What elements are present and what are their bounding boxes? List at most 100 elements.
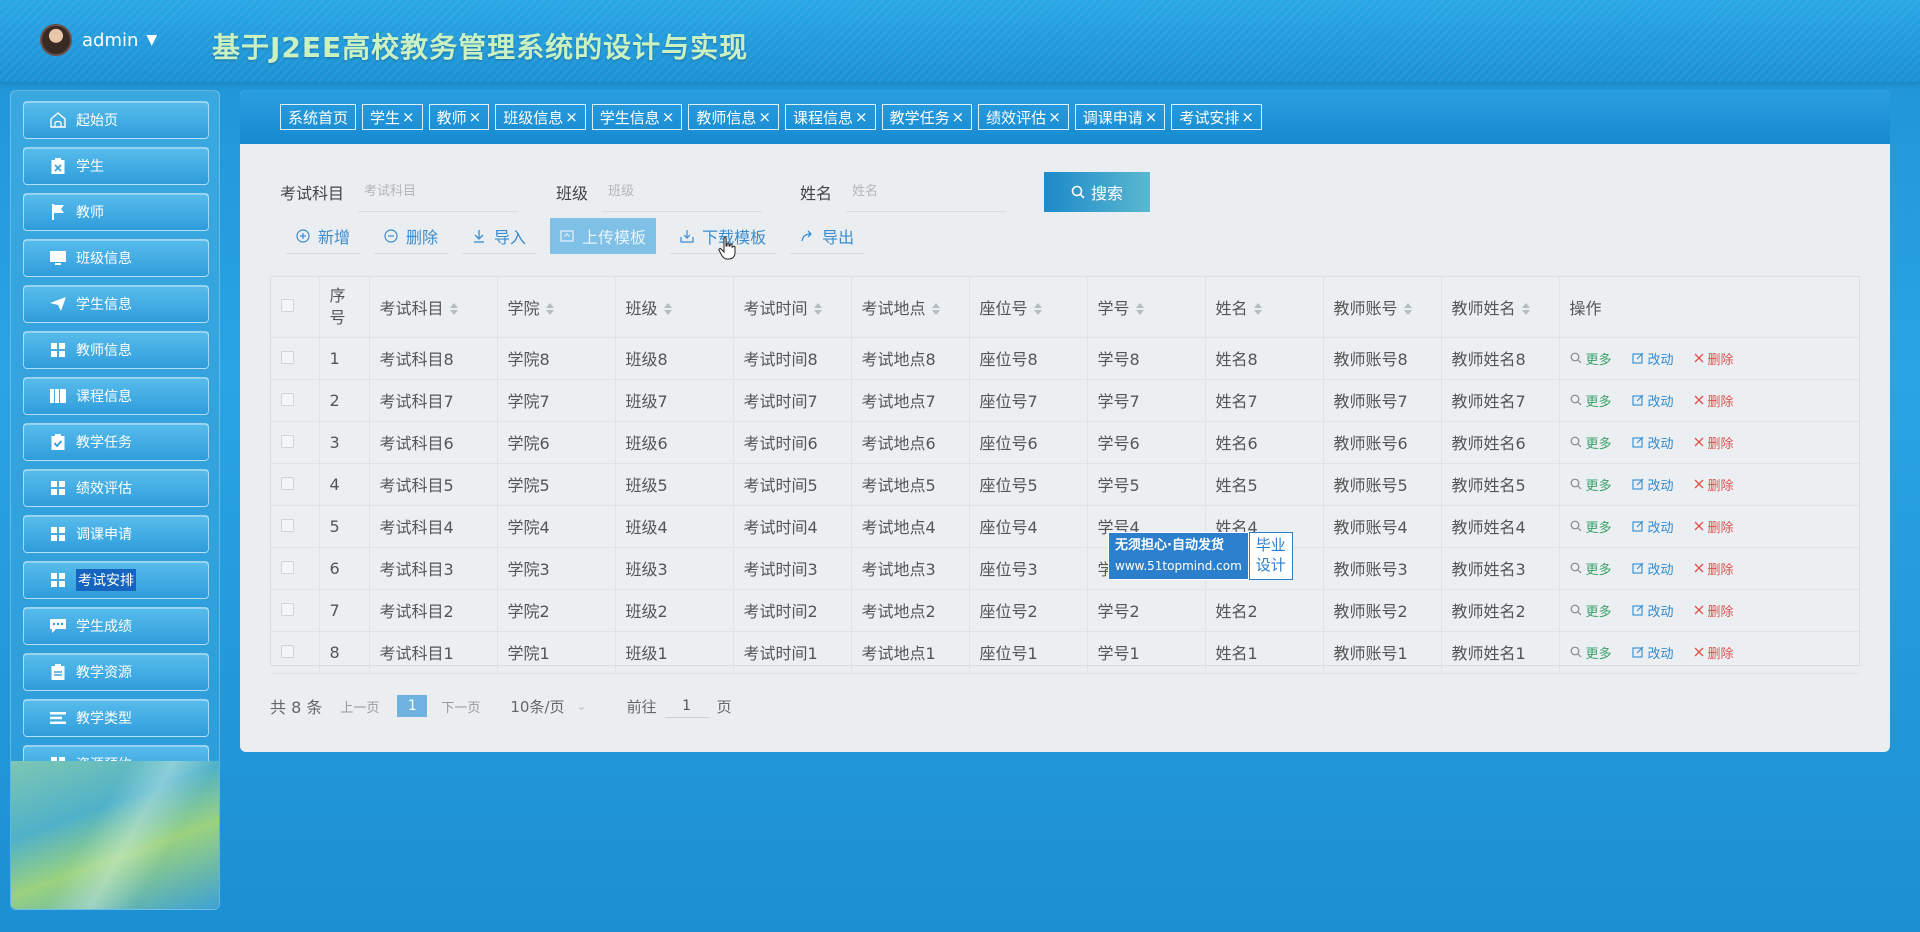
header-name[interactable]: 姓名 [1205,277,1324,338]
tab-6[interactable]: 课程信息 × [784,104,876,130]
sidebar-item-0[interactable]: 起始页 [23,101,209,139]
close-icon[interactable]: × [758,108,771,126]
row-checkbox[interactable] [281,350,294,364]
close-icon[interactable]: × [952,108,965,126]
edit-button[interactable]: 改动 [1631,601,1674,620]
sort-icon[interactable] [1033,300,1042,319]
close-icon[interactable]: × [662,108,675,126]
sidebar-item-13[interactable]: 教学类型 [23,699,209,737]
prev-page-button[interactable]: 上一页 [340,697,379,716]
close-icon[interactable]: × [469,108,482,126]
user-menu[interactable]: admin ▼ [40,24,157,56]
close-icon[interactable]: × [565,108,578,126]
edit-button[interactable]: 改动 [1631,643,1674,662]
more-button[interactable]: 更多 [1570,559,1612,578]
more-button[interactable]: 更多 [1570,391,1612,410]
table-row[interactable]: 3 考试科目6 学院6 班级6 考试时间6 考试地点6 座位号6 学号6 姓名6 教师账号6 教师姓… [271,421,1859,464]
tab-3[interactable]: 班级信息 × [495,104,586,130]
row-checkbox[interactable] [281,518,294,532]
class-input[interactable] [602,172,763,212]
sort-icon[interactable] [449,300,458,319]
table-row[interactable]: 2 考试科目7 学院7 班级7 考试时间7 考试地点7 座位号7 学号7 姓名7 教师账号7 教师姓… [271,379,1859,422]
more-button[interactable]: 更多 [1570,349,1612,368]
sidebar-item-12[interactable]: 教学资源 [23,653,209,691]
sidebar-item-10[interactable]: 考试安排 [23,561,209,599]
delete-row-button[interactable]: 删除 [1694,391,1734,410]
sort-icon[interactable] [1403,300,1412,319]
header-student-no[interactable]: 学号 [1087,277,1206,338]
chevron-down-icon[interactable]: ▼ [146,32,157,48]
table-row[interactable]: 1 考试科目8 学院8 班级8 考试时间8 考试地点8 座位号8 学号8 姓名8 教师账号8 教师姓… [271,337,1859,380]
table-row[interactable]: 5 考试科目4 学院4 班级4 考试时间4 考试地点4 座位号4 学号4 姓名4 教师账号4 教师姓… [271,505,1859,548]
sort-icon[interactable] [1135,300,1144,319]
edit-button[interactable]: 改动 [1631,559,1674,578]
sidebar-item-8[interactable]: 绩效评估 [23,469,209,507]
sidebar-item-14[interactable]: 资源预约 [23,745,209,761]
more-button[interactable]: 更多 [1570,475,1612,494]
row-checkbox[interactable] [281,644,294,658]
more-button[interactable]: 更多 [1570,601,1612,620]
header-time[interactable]: 考试时间 [733,277,852,338]
sort-icon[interactable] [1521,300,1530,319]
row-checkbox[interactable] [281,392,294,406]
sort-icon[interactable] [545,300,554,319]
sort-icon[interactable] [931,300,940,319]
edit-button[interactable]: 改动 [1631,475,1674,494]
tab-4[interactable]: 学生信息 × [591,104,683,130]
table-row[interactable]: 7 考试科目2 学院2 班级2 考试时间2 考试地点2 座位号2 学号2 姓名2 教师账号2 教师姓… [271,589,1859,632]
header-subject[interactable]: 考试科目 [369,277,498,338]
close-icon[interactable]: × [1048,108,1061,126]
sidebar-item-2[interactable]: 教师 [23,193,209,231]
edit-button[interactable]: 改动 [1631,433,1674,452]
row-checkbox[interactable] [281,560,294,574]
edit-button[interactable]: 改动 [1631,391,1674,410]
tab-0[interactable]: 系统首页 [280,104,357,130]
table-row[interactable]: 8 考试科目1 学院1 班级1 考试时间1 考试地点1 座位号1 学号1 姓名1 教师账号1 教师姓… [271,631,1859,674]
header-teacher-account[interactable]: 教师账号 [1323,277,1442,338]
table-row[interactable]: 4 考试科目5 学院5 班级5 考试时间5 考试地点5 座位号5 学号5 姓名5 教师账号5 教师姓… [271,463,1859,506]
tab-7[interactable]: 教学任务 × [881,104,973,130]
close-icon[interactable]: × [1145,108,1158,126]
sidebar-item-7[interactable]: 教学任务 [23,423,209,461]
sidebar-item-6[interactable]: 课程信息 [23,377,209,415]
header-seat[interactable]: 座位号 [969,277,1088,338]
tab-1[interactable]: 学生 × [362,104,423,130]
name-input[interactable] [846,172,1007,212]
delete-row-button[interactable]: 删除 [1694,349,1734,368]
next-page-button[interactable]: 下一页 [441,697,480,716]
avatar[interactable] [40,24,72,56]
close-icon[interactable]: × [855,108,868,126]
sidebar-item-9[interactable]: 调课申请 [23,515,209,553]
row-checkbox[interactable] [281,476,294,490]
tab-10[interactable]: 考试安排 × [1171,104,1262,130]
table-row[interactable]: 6考试科目3学院3班级3考试时间3考试地点3座位号3学号3姓名3教师账号3教师姓… [271,547,1859,590]
delete-row-button[interactable]: 删除 [1694,559,1734,578]
header-college[interactable]: 学院 [497,277,616,338]
export-button[interactable]: 导出 [790,218,865,254]
sidebar-item-1[interactable]: 学生 [23,147,209,185]
delete-row-button[interactable]: 删除 [1694,433,1734,452]
page-size-select[interactable]: 10条/页 ⌄ [510,696,586,717]
upload-template-button[interactable]: 上传模板 [550,218,657,254]
sidebar-item-11[interactable]: 学生成绩 [23,607,209,645]
tab-9[interactable]: 调课申请 × [1074,104,1166,130]
import-button[interactable]: 导入 [462,218,537,254]
sort-icon[interactable] [1253,300,1262,319]
delete-row-button[interactable]: 删除 [1694,475,1734,494]
close-icon[interactable]: × [402,108,415,126]
tab-5[interactable]: 教师信息 × [688,104,779,130]
subject-input[interactable] [358,172,519,212]
add-button[interactable]: 新增 [286,218,361,254]
tab-8[interactable]: 绩效评估 × [978,104,1069,130]
more-button[interactable]: 更多 [1570,643,1612,662]
sidebar-menu[interactable]: 起始页 学生 教师 班级信息 学生信息 教师信息 课程信息 教学任务 绩效评估 调课申请 考试安排学… [23,101,209,761]
tab-2[interactable]: 教师 × [428,104,490,130]
row-checkbox[interactable] [281,434,294,448]
delete-row-button[interactable]: 删除 [1694,517,1734,536]
delete-row-button[interactable]: 删除 [1694,601,1734,620]
sidebar-item-5[interactable]: 教师信息 [23,331,209,369]
search-button[interactable]: 搜索 [1044,172,1151,212]
sidebar-item-3[interactable]: 班级信息 [23,239,209,277]
header-class[interactable]: 班级 [615,277,734,338]
delete-button[interactable]: 删除 [374,218,449,254]
